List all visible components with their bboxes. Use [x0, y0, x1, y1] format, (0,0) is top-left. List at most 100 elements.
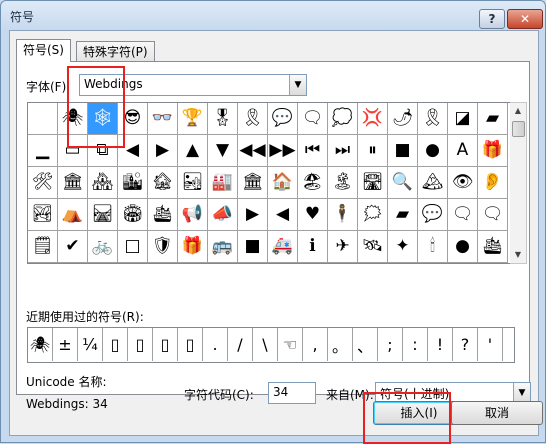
symbol-cell[interactable]: 🚑 — [268, 231, 298, 263]
symbol-cell[interactable]: 💬 — [418, 199, 448, 231]
symbol-cell[interactable]: 📢 — [178, 199, 208, 231]
symbol-cell[interactable]: 📣 — [208, 199, 238, 231]
chevron-down-icon[interactable]: ▼ — [513, 383, 530, 403]
symbol-cell[interactable]: ■ — [238, 231, 268, 263]
symbol-cell[interactable]: 🏘 — [88, 167, 118, 199]
symbol-cell[interactable]: 🛰 — [358, 231, 388, 263]
symbol-cell[interactable]: 💬 — [268, 103, 298, 135]
symbol-grid-scrollbar[interactable]: ▲ ▼ — [510, 102, 527, 264]
symbol-cell[interactable]: 🛤 — [88, 199, 118, 231]
symbol-cell[interactable]: ▶ — [148, 135, 178, 167]
symbol-cell[interactable]: □ — [118, 231, 148, 263]
symbol-cell[interactable]: ▰ — [388, 199, 418, 231]
recent-symbol-cell[interactable]: ¼ — [78, 328, 103, 361]
symbol-cell[interactable]: ⧉ — [88, 135, 118, 167]
symbol-cell[interactable]: 🛣 — [358, 167, 388, 199]
symbol-cell[interactable]: ✔ — [58, 231, 88, 263]
symbol-cell[interactable]: ▲ — [178, 135, 208, 167]
symbol-cell[interactable]: 👓 — [148, 103, 178, 135]
recent-symbol-cell[interactable]: ? — [453, 328, 478, 361]
symbol-cell[interactable]: 🏟 — [118, 199, 148, 231]
tab-special-characters[interactable]: 特殊字符(P) — [76, 41, 155, 62]
recent-symbol-cell[interactable]: ; — [378, 328, 403, 361]
symbol-cell[interactable]: 🕯 — [418, 231, 448, 263]
symbol-cell[interactable]: 🏆 — [178, 103, 208, 135]
symbol-cell[interactable]: 😎 — [118, 103, 148, 135]
scroll-up-icon[interactable]: ▲ — [510, 103, 526, 119]
symbol-cell[interactable]: ▰ — [478, 103, 508, 135]
recent-symbol-cell[interactable]: ▯ — [153, 328, 178, 361]
symbol-cell[interactable]: 🛠 — [28, 167, 58, 199]
symbol-cell[interactable]: ⏸ — [358, 135, 388, 167]
symbol-cell[interactable]: 🗯 — [358, 199, 388, 231]
symbol-cell[interactable]: 🛡 — [148, 231, 178, 263]
symbol-cell[interactable]: 🗒 — [28, 231, 58, 263]
recent-symbol-cell[interactable]: , — [303, 328, 328, 361]
symbol-cell[interactable]: 🕸 — [88, 103, 118, 135]
recent-symbol-cell[interactable]: ! — [428, 328, 453, 361]
recent-symbol-cell[interactable]: 。 — [328, 328, 353, 361]
symbol-cell[interactable]: ✈ — [328, 231, 358, 263]
symbol-cell[interactable]: 🏛 — [238, 167, 268, 199]
symbol-cell[interactable]: 🎁 — [178, 231, 208, 263]
symbol-cell[interactable]: ▶ — [238, 199, 268, 231]
symbol-cell[interactable]: ℹ — [298, 231, 328, 263]
recent-symbol-cell[interactable]: / — [228, 328, 253, 361]
symbol-cell[interactable]: 🎁 — [478, 135, 508, 167]
symbol-cell[interactable]: ◀◀ — [238, 135, 268, 167]
symbol-cell[interactable]: 🛳 — [478, 231, 508, 263]
symbol-cell[interactable]: ▶▶ — [268, 135, 298, 167]
char-code-input[interactable]: 34 — [268, 382, 316, 404]
help-button[interactable]: ? — [479, 9, 505, 29]
recent-symbol-cell[interactable]: ± — [53, 328, 78, 361]
symbol-cell[interactable]: 🌶 — [388, 103, 418, 135]
symbol-cell[interactable]: 🏖 — [298, 167, 328, 199]
tab-symbols[interactable]: 符号(S) — [16, 39, 71, 62]
symbol-cell[interactable]: ▭ — [58, 135, 88, 167]
symbol-cell[interactable]: 💢 — [358, 103, 388, 135]
symbol-cell[interactable]: ⛺ — [58, 199, 88, 231]
symbol-cell[interactable]: 🔍 — [388, 167, 418, 199]
symbol-cell[interactable]: ◪ — [448, 103, 478, 135]
symbol-cell[interactable]: ■ — [388, 135, 418, 167]
symbol-cell[interactable]: 🗨 — [478, 199, 508, 231]
symbol-cell[interactable]: 🏝 — [328, 167, 358, 199]
symbol-cell[interactable]: ▼ — [208, 135, 238, 167]
symbol-cell[interactable]: 🎗 — [238, 103, 268, 135]
symbol-cell[interactable]: 🏙 — [118, 167, 148, 199]
symbol-cell[interactable]: ◀ — [118, 135, 148, 167]
recent-symbol-cell[interactable]: . — [203, 328, 228, 361]
recent-symbol-cell[interactable]: ☜ — [278, 328, 303, 361]
symbol-cell[interactable]: 🚲 — [88, 231, 118, 263]
symbol-cell[interactable]: ▁ — [28, 135, 58, 167]
symbol-cell[interactable]: ⏮ — [298, 135, 328, 167]
recent-symbol-cell[interactable]: 🕷 — [28, 328, 53, 361]
symbol-cell[interactable]: 🛳 — [148, 199, 178, 231]
recent-symbol-cell[interactable]: ▯ — [128, 328, 153, 361]
recent-symbol-cell[interactable]: \ — [253, 328, 278, 361]
symbol-cell[interactable]: 🏭 — [208, 167, 238, 199]
symbol-cell[interactable]: 🎗 — [418, 103, 448, 135]
symbol-cell[interactable]: ⏭ — [328, 135, 358, 167]
symbol-cell[interactable]: A — [448, 135, 478, 167]
recent-symbol-cell[interactable]: : — [403, 328, 428, 361]
recent-symbol-cell[interactable]: ' — [478, 328, 503, 361]
symbol-cell[interactable]: 🏛 — [58, 167, 88, 199]
symbol-cell[interactable]: 👁 — [448, 167, 478, 199]
chevron-down-icon[interactable]: ▼ — [289, 75, 306, 95]
close-button[interactable]: ✕ — [507, 9, 543, 29]
symbol-cell[interactable]: ● — [418, 135, 448, 167]
symbol-cell[interactable]: ✦ — [388, 231, 418, 263]
symbol-cell[interactable]: 🚌 — [208, 231, 238, 263]
symbol-cell[interactable]: 🏚 — [148, 167, 178, 199]
symbol-cell[interactable]: 🎖 — [208, 103, 238, 135]
symbol-cell[interactable] — [28, 103, 58, 135]
symbol-cell[interactable]: 🏠 — [268, 167, 298, 199]
symbol-cell[interactable]: 🏜 — [178, 167, 208, 199]
symbol-cell[interactable]: ♥ — [298, 199, 328, 231]
symbol-cell[interactable]: ◀ — [268, 199, 298, 231]
symbol-cell[interactable]: 🕷 — [58, 103, 88, 135]
scroll-thumb[interactable] — [512, 121, 525, 137]
symbol-cell[interactable]: 🕴 — [328, 199, 358, 231]
symbol-cell[interactable]: 🗨 — [298, 103, 328, 135]
